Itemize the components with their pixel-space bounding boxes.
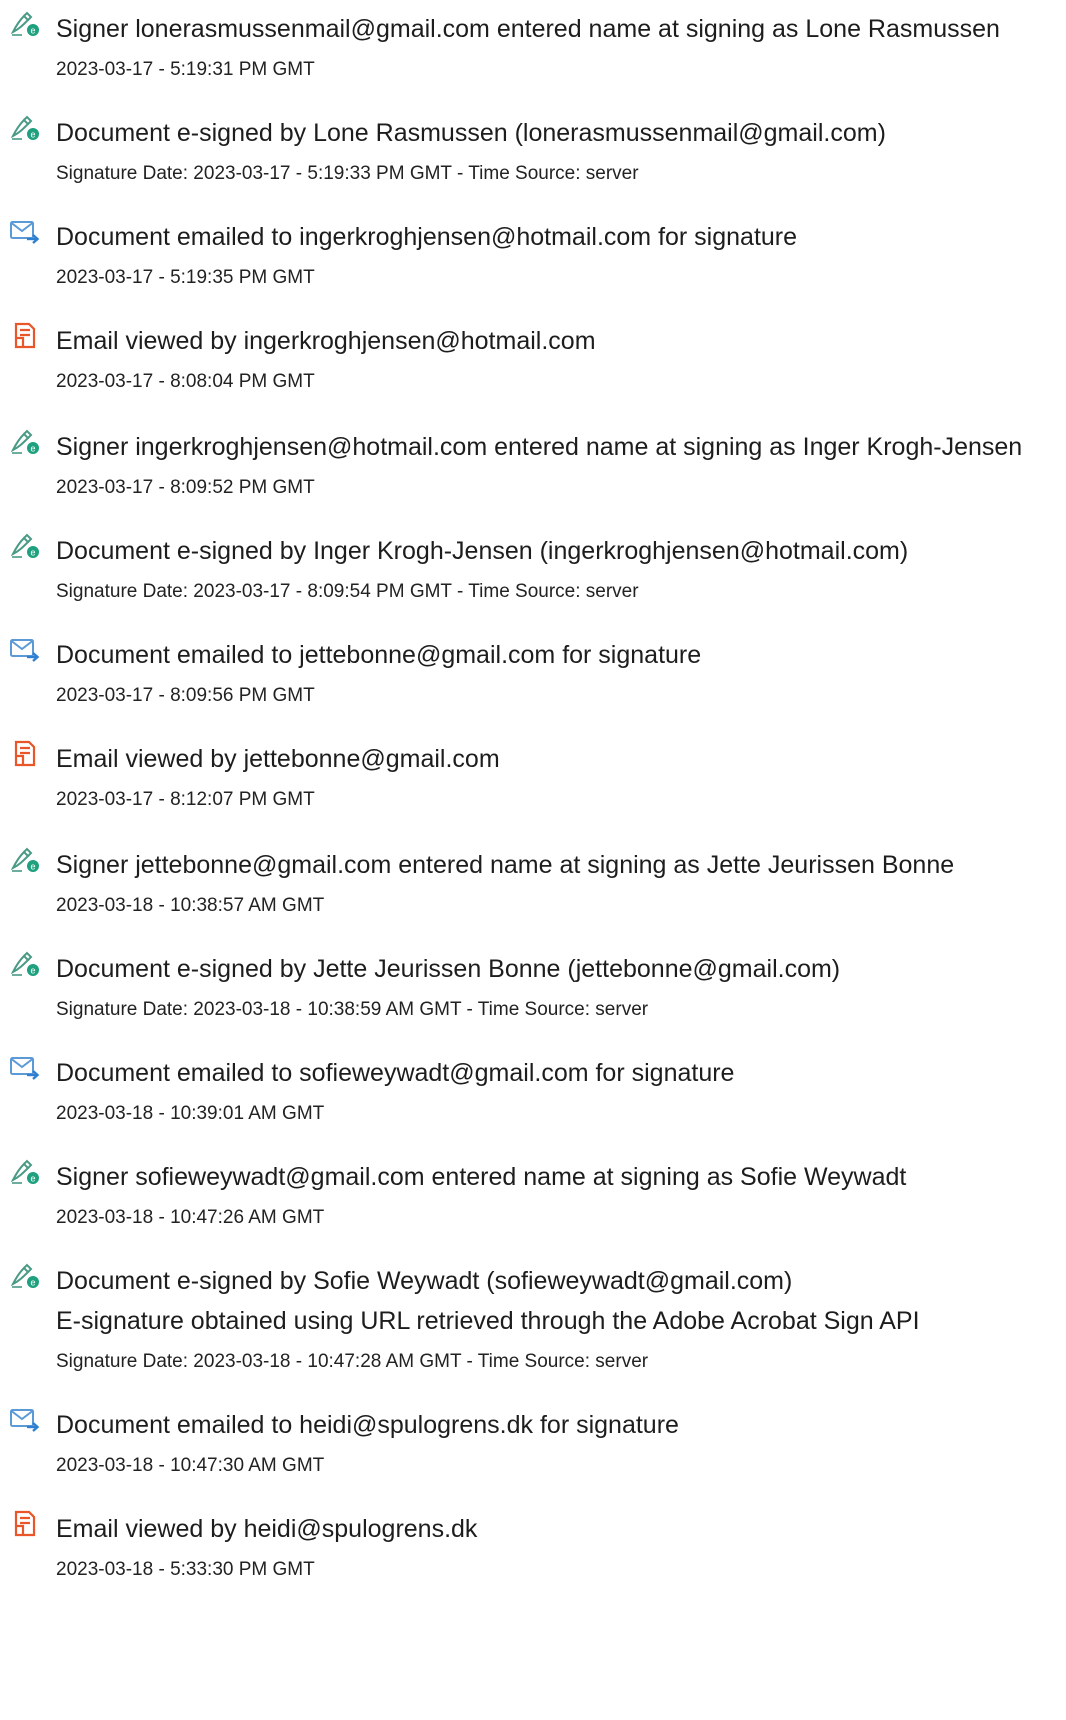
- event-timestamp: 2023-03-17 - 5:19:31 PM GMT: [56, 59, 315, 80]
- event-description: Document e-signed by Inger Krogh-Jensen …: [56, 537, 909, 565]
- event-timestamp: 2023-03-18 - 10:39:01 AM GMT: [56, 1103, 325, 1124]
- svg-text:e: e: [30, 1278, 35, 1288]
- sign-icon: e: [10, 114, 40, 142]
- email-icon: [10, 636, 40, 664]
- event-timestamp: 2023-03-18 - 5:33:30 PM GMT: [56, 1559, 315, 1580]
- event-signature-date: Signature Date: 2023-03-18 - 10:38:59 AM…: [56, 999, 649, 1020]
- event-timestamp: 2023-03-18 - 10:47:30 AM GMT: [56, 1455, 325, 1476]
- event-signature-date: Signature Date: 2023-03-18 - 10:47:28 AM…: [56, 1351, 649, 1372]
- event-description: Signer jettebonne@gmail.com entered name…: [56, 851, 955, 879]
- event-description: Signer ingerkroghjensen@hotmail.com ente…: [56, 433, 1023, 461]
- event-timestamp: 2023-03-17 - 8:09:56 PM GMT: [56, 685, 315, 706]
- event-description: Document emailed to jettebonne@gmail.com…: [56, 641, 702, 669]
- event-description: Signer sofieweywadt@gmail.com entered na…: [56, 1163, 907, 1191]
- event-timestamp: 2023-03-17 - 8:09:52 PM GMT: [56, 477, 315, 498]
- event-timestamp: 2023-03-18 - 10:47:26 AM GMT: [56, 1207, 325, 1228]
- event-description: Document e-signed by Lone Rasmussen (lon…: [56, 119, 886, 147]
- email-icon: [10, 218, 40, 246]
- event-note: E-signature obtained using URL retrieved…: [56, 1307, 920, 1335]
- event-description: Document e-signed by Sofie Weywadt (sofi…: [56, 1267, 793, 1295]
- document-viewed-icon: [10, 322, 40, 350]
- svg-text:e: e: [30, 548, 35, 558]
- sign-icon: e: [10, 428, 40, 456]
- event-timestamp: 2023-03-18 - 10:38:57 AM GMT: [56, 895, 325, 916]
- event-signature-date: Signature Date: 2023-03-17 - 5:19:33 PM …: [56, 163, 639, 184]
- svg-text:e: e: [30, 966, 35, 976]
- event-timestamp: 2023-03-17 - 5:19:35 PM GMT: [56, 267, 315, 288]
- sign-icon: e: [10, 532, 40, 560]
- event-description: Document emailed to ingerkroghjensen@hot…: [56, 223, 798, 251]
- event-signature-date: Signature Date: 2023-03-17 - 8:09:54 PM …: [56, 581, 639, 602]
- event-timestamp: 2023-03-17 - 8:08:04 PM GMT: [56, 371, 315, 392]
- svg-text:e: e: [30, 130, 35, 140]
- event-description: Email viewed by jettebonne@gmail.com: [56, 745, 500, 773]
- event-description: Signer lonerasmussenmail@gmail.com enter…: [56, 15, 1000, 43]
- email-icon: [10, 1406, 40, 1434]
- email-icon: [10, 1054, 40, 1082]
- sign-icon: e: [10, 846, 40, 874]
- event-description: Document emailed to sofieweywadt@gmail.c…: [56, 1059, 735, 1087]
- event-description: Document emailed to heidi@spulogrens.dk …: [56, 1411, 679, 1439]
- event-description: Email viewed by ingerkroghjensen@hotmail…: [56, 327, 596, 355]
- sign-icon: e: [10, 10, 40, 38]
- sign-icon: e: [10, 1158, 40, 1186]
- document-viewed-icon: [10, 740, 40, 768]
- svg-text:e: e: [30, 1174, 35, 1184]
- event-timestamp: 2023-03-17 - 8:12:07 PM GMT: [56, 789, 315, 810]
- sign-icon: e: [10, 950, 40, 978]
- svg-text:e: e: [30, 444, 35, 454]
- svg-text:e: e: [30, 862, 35, 872]
- svg-text:e: e: [30, 26, 35, 36]
- event-description: Document e-signed by Jette Jeurissen Bon…: [56, 955, 841, 983]
- document-viewed-icon: [10, 1510, 40, 1538]
- event-description: Email viewed by heidi@spulogrens.dk: [56, 1515, 478, 1543]
- sign-icon: e: [10, 1262, 40, 1290]
